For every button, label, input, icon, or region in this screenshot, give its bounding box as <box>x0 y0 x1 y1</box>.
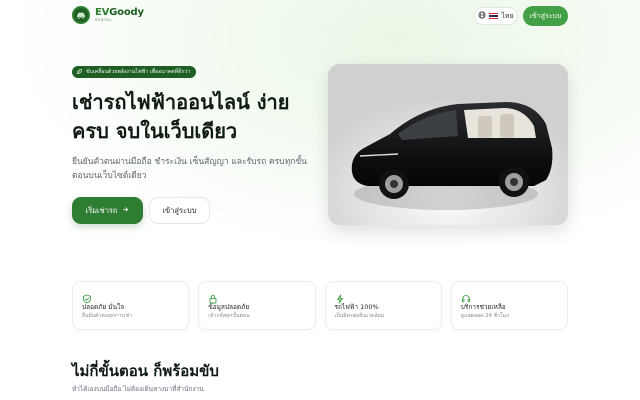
feature-card-data-security: ข้อมูลปลอดภัย เข้ารหัสทุกขั้นตอน <box>198 281 316 330</box>
brand-subtitle: RENTAL <box>95 17 113 22</box>
hero-description-line-1: ยืนยันตัวตนผ่านมือถือ ชำระเงิน เซ็นสัญญา… <box>72 157 307 167</box>
lightning-icon <box>335 289 345 304</box>
language-switcher[interactable]: ไทย <box>474 7 518 25</box>
hero-badge: ขับเคลื่อนด้วยพลังงานไฟฟ้า เพื่ออนาคตที่… <box>72 66 197 78</box>
feature-title: รถไฟฟ้า 100% <box>334 303 379 311</box>
shield-check-icon <box>82 289 92 304</box>
feature-title: ข้อมูลปลอดภัย <box>208 303 250 311</box>
header-login-button[interactable]: เข้าสู่ระบบ <box>523 6 568 26</box>
hero-title: เช่ารถไฟฟ้าออนไลน์ ง่าย ครบ จบในเว็บเดีย… <box>72 88 322 146</box>
hero-badge-text: ขับเคลื่อนด้วยพลังงานไฟฟ้า เพื่ออนาคตที่… <box>86 69 191 75</box>
thai-flag-icon <box>489 13 499 19</box>
globe-icon <box>478 11 486 21</box>
steps-section-subtitle: ทำได้เองบนมือถือ ไม่ต้องเดินทางมาที่สำนั… <box>72 385 204 393</box>
feature-card-support: บริการช่วยเหลือ ดูแลตลอด 24 ชั่วโมง <box>450 281 568 330</box>
car-logo-icon <box>72 6 90 24</box>
start-rental-button[interactable]: เริ่มเช่ารถ <box>72 197 143 224</box>
brand-name: EVGoody <box>95 6 144 18</box>
feature-title: ปลอดภัย มั่นใจ <box>82 303 125 311</box>
headset-icon <box>461 289 471 303</box>
feature-card-electric: รถไฟฟ้า 100% เป็นมิตรต่อสิ่งแวดล้อม <box>324 281 442 330</box>
leaf-icon <box>76 68 83 77</box>
hero-login-button[interactable]: เข้าสู่ระบบ <box>149 197 210 224</box>
language-label: ไทย <box>501 11 514 20</box>
hero-car-image <box>328 64 568 225</box>
feature-subtitle: เข้ารหัสทุกขั้นตอน <box>208 313 250 319</box>
steps-section-title: ไม่กี่ขั้นตอน ก็พร้อมขับ <box>72 362 219 380</box>
feature-subtitle: ยืนยันตัวตนทุกการเช่า <box>82 313 132 319</box>
feature-card-safety: ปลอดภัย มั่นใจ ยืนยันตัวตนทุกการเช่า <box>72 281 190 330</box>
feature-subtitle: เป็นมิตรต่อสิ่งแวดล้อม <box>334 313 385 319</box>
lock-icon <box>208 289 218 304</box>
hero-title-line-1: เช่ารถไฟฟ้าออนไลน์ ง่าย <box>72 90 290 114</box>
brand-logo[interactable]: EVGoody RENTAL <box>72 6 144 24</box>
top-navbar: EVGoody RENTAL ไทย เข้าสู่ระบบ <box>0 0 640 32</box>
start-rental-label: เริ่มเช่ารถ <box>85 205 118 215</box>
feature-title: บริการช่วยเหลือ <box>460 303 506 311</box>
hero-description-line-2: ตอนบนเว็บไซต์เดียว <box>72 171 147 181</box>
feature-subtitle: ดูแลตลอด 24 ชั่วโมง <box>460 313 509 319</box>
arrow-right-icon <box>122 206 129 215</box>
hero-description: ยืนยันตัวตนผ่านมือถือ ชำระเงิน เซ็นสัญญา… <box>72 155 312 183</box>
feature-cards: ปลอดภัย มั่นใจ ยืนยันตัวตนทุกการเช่า ข้อ… <box>72 281 568 330</box>
hero-title-line-2: ครบ จบในเว็บเดียว <box>72 119 238 143</box>
